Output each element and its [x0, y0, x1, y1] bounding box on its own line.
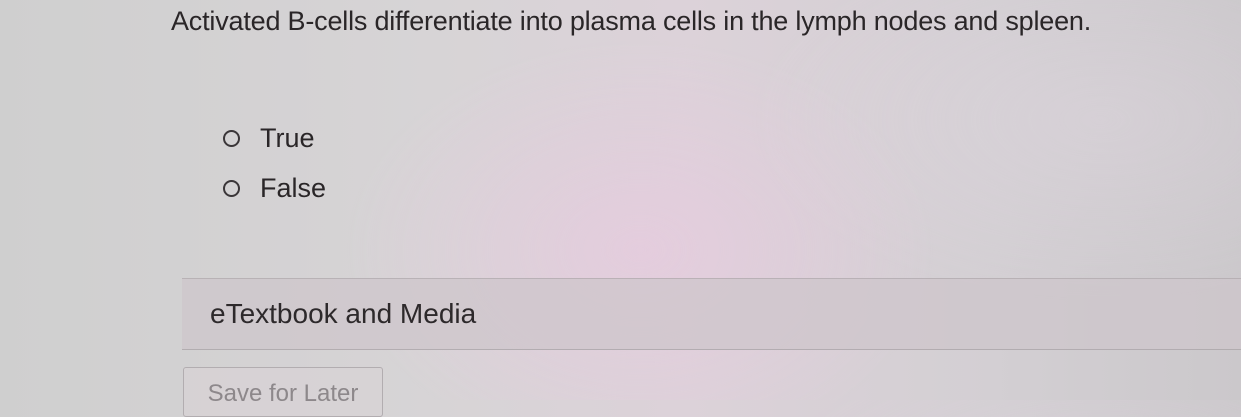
option-true[interactable]: True [220, 118, 326, 158]
answer-options: True False [220, 118, 326, 218]
question-text: Activated B-cells differentiate into pla… [171, 6, 1092, 36]
save-for-later-button[interactable]: Save for Later [183, 367, 383, 417]
option-label: False [260, 172, 327, 203]
radio-button-icon[interactable] [223, 129, 240, 147]
etextbook-link[interactable]: eTextbook and Media [210, 298, 476, 330]
option-label: True [260, 122, 315, 153]
etextbook-panel: eTextbook and Media [182, 278, 1241, 350]
option-false[interactable]: False [220, 168, 326, 208]
radio-button-icon[interactable] [223, 179, 240, 197]
